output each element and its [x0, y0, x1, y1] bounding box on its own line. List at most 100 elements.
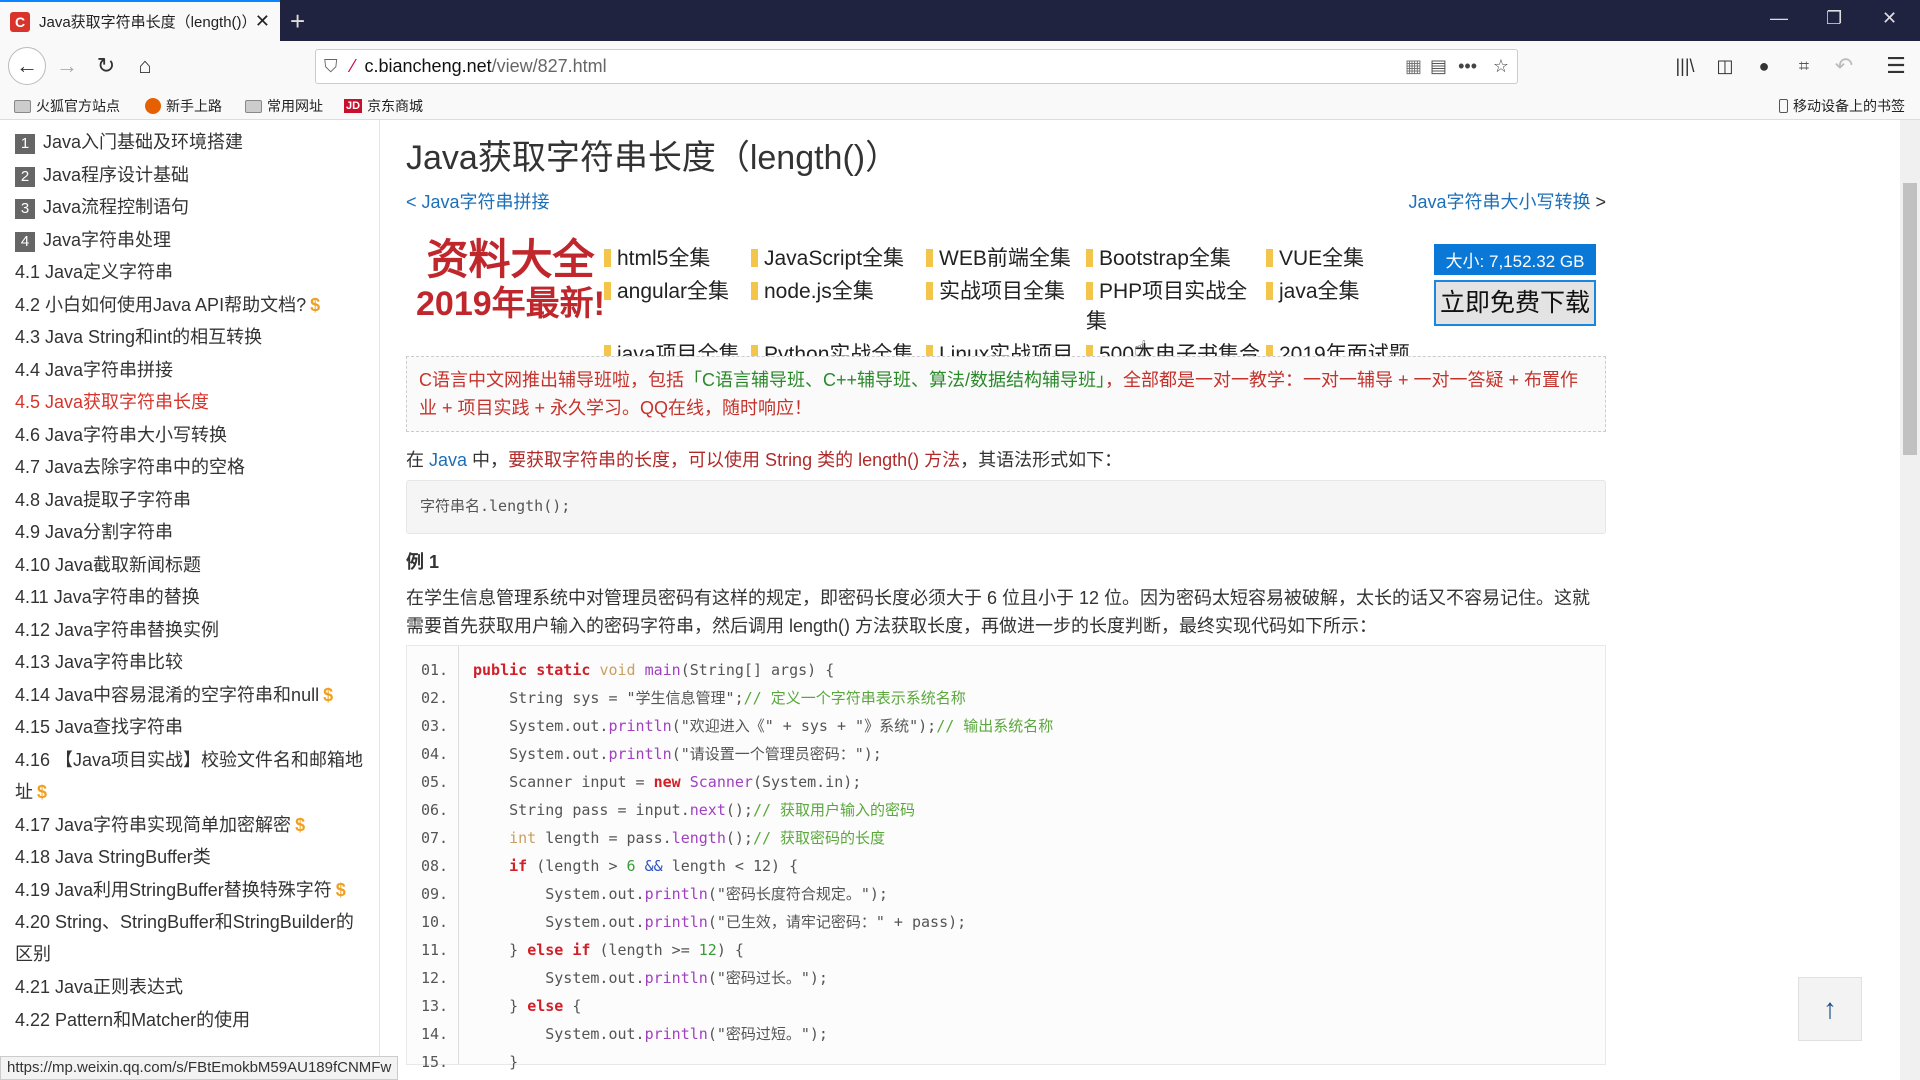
more-icon[interactable]: •••: [1458, 56, 1477, 77]
sidebar-item[interactable]: 3 Java流程控制语句: [15, 191, 365, 223]
sidebar-item[interactable]: 4 Java字符串处理: [15, 224, 365, 256]
code-token: ("密码过长。");: [707, 969, 828, 987]
banner-item[interactable]: PHP项目实战全集: [1086, 275, 1266, 335]
banner-item[interactable]: WEB前端全集: [926, 242, 1086, 272]
sidebar-item[interactable]: 4.22 Pattern和Matcher的使用: [15, 1004, 365, 1036]
sidebar-item[interactable]: 4.14 Java中容易混淆的空字符串和null $: [15, 679, 365, 711]
sidebar-item[interactable]: 4.4 Java字符串拼接: [15, 354, 365, 386]
reader-view-icon[interactable]: ▤: [1430, 56, 1447, 77]
minimize-icon[interactable]: —: [1770, 8, 1788, 29]
code-block: 01. public static void main(String[] args…: [406, 645, 1606, 1071]
bookmark-item[interactable]: JD 京东商城: [344, 96, 423, 116]
sidebar-item[interactable]: 4.8 Java提取子字符串: [15, 484, 365, 516]
code-token: }: [473, 941, 528, 959]
scrollbar[interactable]: [1900, 120, 1920, 1080]
sidebar-toggle-icon[interactable]: ◫: [1708, 49, 1742, 83]
sidebar-item[interactable]: 4.2 小白如何使用Java API帮助文档? $: [15, 289, 365, 321]
sidebar-item[interactable]: 4.18 Java StringBuffer类: [15, 841, 365, 873]
banner-item[interactable]: VUE全集: [1266, 242, 1426, 272]
sidebar-item[interactable]: 4.3 Java String和int的相互转换: [15, 321, 365, 353]
notice-link[interactable]: 「C语言辅导班、C++辅导班、算法/数据结构辅导班」: [684, 370, 1105, 390]
firefox-icon: [145, 98, 161, 114]
account-icon[interactable]: ●: [1747, 49, 1781, 83]
code-token: ("已生效，请牢记密码：" + pass);: [707, 913, 967, 931]
bookmark-star-icon[interactable]: ☆: [1493, 56, 1509, 77]
qr-code-icon[interactable]: ▦: [1405, 56, 1422, 77]
screenshot-icon[interactable]: ⌗: [1787, 49, 1821, 83]
tab-active[interactable]: C Java获取字符串长度（length()） ✕: [0, 0, 280, 41]
download-button[interactable]: 立即免费下载: [1434, 280, 1596, 326]
sidebar-item[interactable]: 4.6 Java字符串大小写转换: [15, 419, 365, 451]
sidebar-item[interactable]: 4.5 Java获取字符串长度: [15, 386, 365, 418]
back-icon[interactable]: ←: [8, 47, 46, 85]
menu-icon[interactable]: ☰: [1879, 49, 1913, 83]
chapter-number: 4: [15, 231, 35, 252]
code-token: new: [653, 773, 690, 791]
next-article-link[interactable]: Java字符串大小写转换 >: [1408, 188, 1606, 214]
size-badge: 大小: 7,152.32 GB: [1434, 244, 1596, 275]
close-tab-icon[interactable]: ✕: [255, 11, 270, 32]
insecure-lock-icon[interactable]: ⁄: [352, 56, 355, 77]
sidebar-item[interactable]: 4.21 Java正则表达式: [15, 971, 365, 1003]
sidebar-item[interactable]: 4.9 Java分割字符串: [15, 516, 365, 548]
sidebar-toc: 1 Java入门基础及环境搭建 2 Java程序设计基础 3 Java流程控制语句 4 Jav…: [0, 120, 380, 1056]
banner-item[interactable]: JavaScript全集: [751, 242, 926, 272]
sidebar-item-label: 4.3 Java String和int的相互转换: [15, 327, 263, 347]
new-tab-icon[interactable]: +: [290, 6, 305, 37]
bookmark-item[interactable]: 新手上路: [145, 96, 222, 116]
bookmark-item[interactable]: 火狐官方站点: [14, 96, 120, 116]
url-bar[interactable]: ⛉ ⁄ c.biancheng.net/view/827.html ▦ ▤ ••…: [315, 49, 1518, 84]
banner-item[interactable]: java全集: [1266, 275, 1426, 335]
code-token: next: [689, 801, 726, 819]
library-icon[interactable]: |||\: [1668, 49, 1702, 83]
sidebar-item-label: 4.6 Java字符串大小写转换: [15, 424, 228, 445]
code-token: // 输出系统名称: [936, 717, 1054, 735]
sidebar-item[interactable]: 4.17 Java字符串实现简单加密解密 $: [15, 809, 365, 841]
code-token: ();: [725, 829, 753, 847]
sidebar-item-label: 4.7 Java去除字符串中的空格: [15, 457, 246, 477]
forward-icon[interactable]: →: [50, 49, 84, 83]
code-token: println: [608, 717, 672, 735]
code-token: println: [644, 1025, 708, 1043]
restore-icon[interactable]: ❐: [1826, 8, 1842, 29]
code-token: Scanner input =: [473, 773, 654, 791]
sidebar-item[interactable]: 4.10 Java截取新闻标题: [15, 549, 365, 581]
ad-banner[interactable]: 资料大全 2019年最新! html5全集 JavaScript全集 WEB前端全集 B…: [406, 238, 1606, 396]
code-token: ("密码过短。");: [707, 1025, 828, 1043]
line-number: 07.: [421, 829, 449, 847]
sidebar-item[interactable]: 4.15 Java查找字符串: [15, 711, 365, 743]
reload-icon[interactable]: ↻: [89, 49, 123, 83]
sidebar-item[interactable]: 4.19 Java利用StringBuffer替换特殊字符 $: [15, 874, 365, 906]
sidebar-item[interactable]: 1 Java入门基础及环境搭建: [15, 126, 365, 158]
undo-icon[interactable]: ↶: [1827, 49, 1861, 83]
scrollbar-thumb[interactable]: [1903, 183, 1917, 455]
sidebar-item-label: Java入门基础及环境搭建: [43, 132, 244, 152]
close-window-icon[interactable]: ✕: [1882, 8, 1897, 29]
banner-item[interactable]: Bootstrap全集: [1086, 242, 1266, 272]
bookmark-label: 常用网址: [267, 98, 323, 114]
paid-icon: $: [295, 814, 306, 835]
back-to-top-button[interactable]: ↑: [1798, 977, 1862, 1041]
home-icon[interactable]: ⌂: [128, 49, 162, 83]
code-token: println: [608, 745, 672, 763]
sidebar-item[interactable]: 4.20 String、StringBuffer和StringBuilder的区…: [15, 906, 365, 970]
sidebar-item[interactable]: 4.13 Java字符串比较: [15, 646, 365, 678]
bookmark-item[interactable]: 常用网址: [245, 96, 323, 116]
java-link[interactable]: Java: [429, 450, 467, 470]
banner-item[interactable]: html5全集: [604, 242, 751, 272]
shield-icon[interactable]: ⛉: [324, 56, 338, 77]
code-token: 12: [752, 857, 772, 875]
banner-item[interactable]: node.js全集: [751, 275, 926, 335]
sidebar-item[interactable]: 4.7 Java去除字符串中的空格: [15, 451, 365, 483]
sidebar-item[interactable]: 4.1 Java定义字符串: [15, 256, 365, 288]
sidebar-item[interactable]: 4.16 【Java项目实战】校验文件名和邮箱地址 $: [15, 744, 365, 808]
sidebar-item[interactable]: 4.11 Java字符串的替换: [15, 581, 365, 613]
banner-item[interactable]: 实战项目全集: [926, 275, 1086, 335]
prev-article-link[interactable]: < Java字符串拼接: [406, 188, 550, 214]
sidebar-item[interactable]: 4.12 Java字符串替换实例: [15, 614, 365, 646]
mobile-bookmarks[interactable]: 移动设备上的书签: [1779, 96, 1905, 116]
sidebar-item[interactable]: 2 Java程序设计基础: [15, 159, 365, 191]
paid-icon: $: [310, 294, 321, 315]
banner-item[interactable]: angular全集: [604, 275, 751, 335]
sidebar-item-label: 4.18 Java StringBuffer类: [15, 847, 211, 867]
